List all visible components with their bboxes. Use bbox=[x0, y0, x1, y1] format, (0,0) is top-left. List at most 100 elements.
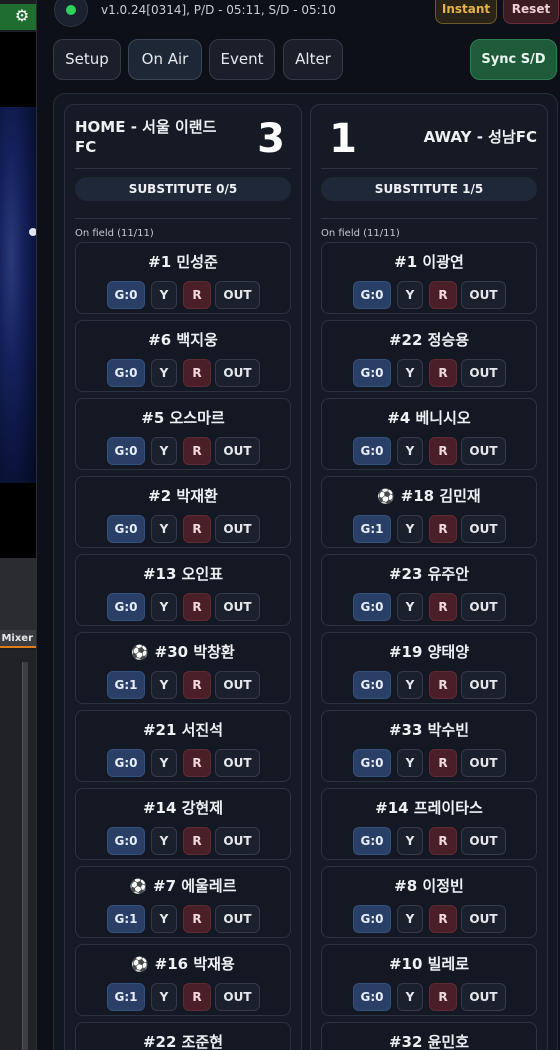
red-card-button[interactable]: R bbox=[183, 437, 211, 465]
goal-count-button[interactable]: G:1 bbox=[107, 905, 145, 933]
yellow-card-button[interactable]: Y bbox=[151, 437, 177, 465]
mixer-tab[interactable]: Mixer bbox=[0, 630, 36, 648]
red-card-button[interactable]: R bbox=[183, 281, 211, 309]
substitute-out-button[interactable]: OUT bbox=[215, 593, 260, 621]
tab-on-air[interactable]: On Air bbox=[128, 39, 202, 80]
home-substitute-button[interactable]: SUBSTITUTE 0/5 bbox=[75, 177, 291, 201]
goal-count-button[interactable]: G:0 bbox=[107, 281, 145, 309]
away-score[interactable]: 1 bbox=[323, 117, 363, 161]
goal-count-button[interactable]: G:0 bbox=[353, 359, 391, 387]
instant-button[interactable]: Instant bbox=[435, 0, 497, 24]
red-card-button[interactable]: R bbox=[183, 905, 211, 933]
red-card-button[interactable]: R bbox=[429, 983, 457, 1011]
preview-letterbox-bottom bbox=[0, 483, 36, 558]
yellow-card-button[interactable]: Y bbox=[151, 593, 177, 621]
yellow-card-button[interactable]: Y bbox=[397, 905, 423, 933]
mixer-slider[interactable] bbox=[22, 662, 28, 1050]
goal-count-button[interactable]: G:1 bbox=[107, 671, 145, 699]
yellow-card-button[interactable]: Y bbox=[151, 671, 177, 699]
goal-count-button[interactable]: G:1 bbox=[107, 983, 145, 1011]
tab-event[interactable]: Event bbox=[209, 39, 275, 80]
yellow-card-button[interactable]: Y bbox=[151, 905, 177, 933]
substitute-out-button[interactable]: OUT bbox=[215, 359, 260, 387]
yellow-card-button[interactable]: Y bbox=[397, 437, 423, 465]
red-card-button[interactable]: R bbox=[429, 749, 457, 777]
yellow-card-button[interactable]: Y bbox=[151, 749, 177, 777]
red-card-button[interactable]: R bbox=[429, 671, 457, 699]
substitute-out-button[interactable]: OUT bbox=[215, 515, 260, 543]
gear-icon[interactable]: ⚙ bbox=[12, 6, 32, 26]
yellow-card-button[interactable]: Y bbox=[397, 515, 423, 543]
substitute-out-button[interactable]: OUT bbox=[461, 359, 506, 387]
goal-count-button[interactable]: G:0 bbox=[353, 749, 391, 777]
red-card-button[interactable]: R bbox=[429, 827, 457, 855]
goal-count-button[interactable]: G:0 bbox=[353, 671, 391, 699]
yellow-card-button[interactable]: Y bbox=[397, 359, 423, 387]
red-card-button[interactable]: R bbox=[183, 827, 211, 855]
yellow-card-button[interactable]: Y bbox=[397, 827, 423, 855]
yellow-card-button[interactable]: Y bbox=[397, 749, 423, 777]
yellow-card-button[interactable]: Y bbox=[151, 359, 177, 387]
red-card-button[interactable]: R bbox=[429, 281, 457, 309]
yellow-card-button[interactable]: Y bbox=[151, 515, 177, 543]
substitute-out-button[interactable]: OUT bbox=[215, 749, 260, 777]
yellow-card-button[interactable]: Y bbox=[151, 281, 177, 309]
substitute-out-button[interactable]: OUT bbox=[461, 515, 506, 543]
yellow-card-button[interactable]: Y bbox=[397, 281, 423, 309]
goal-count-button[interactable]: G:0 bbox=[353, 281, 391, 309]
goal-count-button[interactable]: G:0 bbox=[107, 749, 145, 777]
substitute-out-button[interactable]: OUT bbox=[461, 983, 506, 1011]
yellow-card-button[interactable]: Y bbox=[151, 983, 177, 1011]
substitute-out-button[interactable]: OUT bbox=[461, 593, 506, 621]
player-card: #1 민성준 G:0 Y R OUT bbox=[75, 242, 291, 314]
goal-count-button[interactable]: G:0 bbox=[107, 827, 145, 855]
yellow-card-button[interactable]: Y bbox=[397, 983, 423, 1011]
yellow-card-button[interactable]: Y bbox=[397, 671, 423, 699]
sync-sd-button[interactable]: Sync S/D bbox=[470, 39, 557, 80]
goal-count-button[interactable]: G:0 bbox=[107, 359, 145, 387]
reset-button[interactable]: Reset bbox=[503, 0, 559, 24]
goal-count-button[interactable]: G:0 bbox=[353, 593, 391, 621]
substitute-out-button[interactable]: OUT bbox=[461, 905, 506, 933]
red-card-button[interactable]: R bbox=[429, 593, 457, 621]
goal-count-button[interactable]: G:0 bbox=[353, 827, 391, 855]
red-card-button[interactable]: R bbox=[429, 437, 457, 465]
goal-count-button[interactable]: G:1 bbox=[353, 515, 391, 543]
goal-count-button[interactable]: G:0 bbox=[107, 437, 145, 465]
substitute-out-button[interactable]: OUT bbox=[461, 671, 506, 699]
substitute-out-button[interactable]: OUT bbox=[215, 827, 260, 855]
red-card-button[interactable]: R bbox=[183, 983, 211, 1011]
goal-count-button[interactable]: G:0 bbox=[353, 905, 391, 933]
red-card-button[interactable]: R bbox=[429, 359, 457, 387]
red-card-button[interactable]: R bbox=[183, 593, 211, 621]
substitute-out-button[interactable]: OUT bbox=[215, 983, 260, 1011]
red-card-button[interactable]: R bbox=[429, 515, 457, 543]
red-card-button[interactable]: R bbox=[183, 671, 211, 699]
home-on-field-label: On field (11/11) bbox=[75, 228, 154, 239]
yellow-card-button[interactable]: Y bbox=[151, 827, 177, 855]
goal-count-button[interactable]: G:0 bbox=[353, 437, 391, 465]
red-card-button[interactable]: R bbox=[183, 359, 211, 387]
substitute-out-button[interactable]: OUT bbox=[215, 905, 260, 933]
red-card-button[interactable]: R bbox=[183, 749, 211, 777]
away-substitute-button[interactable]: SUBSTITUTE 1/5 bbox=[321, 177, 537, 201]
substitute-out-button[interactable]: OUT bbox=[461, 749, 506, 777]
home-score[interactable]: 3 bbox=[251, 117, 291, 161]
red-card-button[interactable]: R bbox=[429, 905, 457, 933]
yellow-card-button[interactable]: Y bbox=[397, 593, 423, 621]
substitute-out-button[interactable]: OUT bbox=[461, 827, 506, 855]
goal-count-button[interactable]: G:0 bbox=[107, 593, 145, 621]
substitute-out-button[interactable]: OUT bbox=[461, 281, 506, 309]
tab-alter[interactable]: Alter bbox=[283, 39, 343, 80]
tab-setup[interactable]: Setup bbox=[53, 39, 121, 80]
substitute-out-button[interactable]: OUT bbox=[215, 281, 260, 309]
substitute-out-button[interactable]: OUT bbox=[215, 671, 260, 699]
player-name: #32 윤민호 bbox=[322, 1031, 536, 1050]
player-name: #22 정승용 bbox=[322, 329, 536, 350]
red-card-button[interactable]: R bbox=[183, 515, 211, 543]
goal-count-button[interactable]: G:0 bbox=[107, 515, 145, 543]
substitute-out-button[interactable]: OUT bbox=[461, 437, 506, 465]
player-card: #5 오스마르 G:0 Y R OUT bbox=[75, 398, 291, 470]
substitute-out-button[interactable]: OUT bbox=[215, 437, 260, 465]
goal-count-button[interactable]: G:0 bbox=[353, 983, 391, 1011]
